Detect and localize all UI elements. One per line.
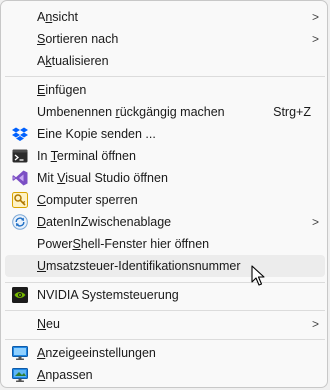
chevron-right-icon: > (311, 32, 319, 46)
display-settings-icon (12, 345, 28, 361)
menu-item-label: Eine Kopie senden ... (37, 127, 156, 141)
shortcut-label: Strg+Z (273, 105, 311, 119)
menu-item-ansicht[interactable]: Ansicht > (5, 6, 325, 28)
menu-separator (5, 76, 325, 77)
menu-item-label: Computer sperren (37, 193, 138, 207)
menu-item-umbenennen-rueckgaengig[interactable]: Umbenennen rückgängig machen Strg+Z (5, 101, 325, 123)
terminal-icon (12, 148, 28, 164)
menu-item-in-terminal-oeffnen[interactable]: In Terminal öffnen (5, 145, 325, 167)
menu-separator (5, 282, 325, 283)
menu-item-label: Umbenennen rückgängig machen (37, 105, 225, 119)
clipboard-sync-icon (12, 214, 28, 230)
menu-item-computer-sperren[interactable]: Computer sperren (5, 189, 325, 211)
menu-item-anzeigeeinstellungen[interactable]: Anzeigeeinstellungen (5, 342, 325, 364)
menu-item-neu[interactable]: Neu > (5, 313, 325, 335)
menu-item-label: PowerShell-Fenster hier öffnen (37, 237, 210, 251)
menu-item-sortieren-nach[interactable]: Sortieren nach > (5, 28, 325, 50)
menu-item-label: DatenInZwischenablage (37, 215, 172, 229)
menu-item-label: In Terminal öffnen (37, 149, 136, 163)
menu-separator (5, 339, 325, 340)
menu-item-powershell-oeffnen[interactable]: PowerShell-Fenster hier öffnen (5, 233, 325, 255)
menu-item-label: Anzeigeeinstellungen (37, 346, 156, 360)
menu-item-label: Aktualisieren (37, 54, 109, 68)
menu-item-anpassen[interactable]: Anpassen (5, 364, 325, 386)
mouse-cursor-icon (251, 265, 265, 287)
dropbox-icon (12, 126, 28, 142)
context-menu: Ansicht > Sortieren nach > Aktualisieren… (0, 0, 328, 388)
personalize-icon (12, 367, 28, 383)
menu-item-label: Anpassen (37, 368, 93, 382)
key-lock-icon (12, 192, 28, 208)
menu-item-label: Umsatzsteuer-Identifikationsnummer (37, 259, 241, 273)
chevron-right-icon: > (311, 215, 319, 229)
menu-item-label: NVIDIA Systemsteuerung (37, 288, 179, 302)
menu-separator (5, 310, 325, 311)
menu-item-nvidia-systemsteuerung[interactable]: NVIDIA Systemsteuerung (5, 284, 325, 306)
visual-studio-icon (12, 170, 28, 186)
chevron-right-icon: > (311, 10, 319, 24)
menu-item-label: Mit Visual Studio öffnen (37, 171, 168, 185)
menu-item-einfuegen[interactable]: Einfügen (5, 79, 325, 101)
menu-item-label: Sortieren nach (37, 32, 119, 46)
menu-item-aktualisieren[interactable]: Aktualisieren (5, 50, 325, 72)
nvidia-icon (12, 287, 28, 303)
menu-item-label: Einfügen (37, 83, 87, 97)
menu-item-label: Neu (37, 317, 60, 331)
menu-item-visual-studio-oeffnen[interactable]: Mit Visual Studio öffnen (5, 167, 325, 189)
menu-item-umsatzsteuer-id[interactable]: Umsatzsteuer-Identifikationsnummer (5, 255, 325, 277)
chevron-right-icon: > (311, 317, 319, 331)
menu-item-datenInZwischenablage[interactable]: DatenInZwischenablage > (5, 211, 325, 233)
menu-item-label: Ansicht (37, 10, 78, 24)
menu-item-eine-kopie-senden[interactable]: Eine Kopie senden ... (5, 123, 325, 145)
